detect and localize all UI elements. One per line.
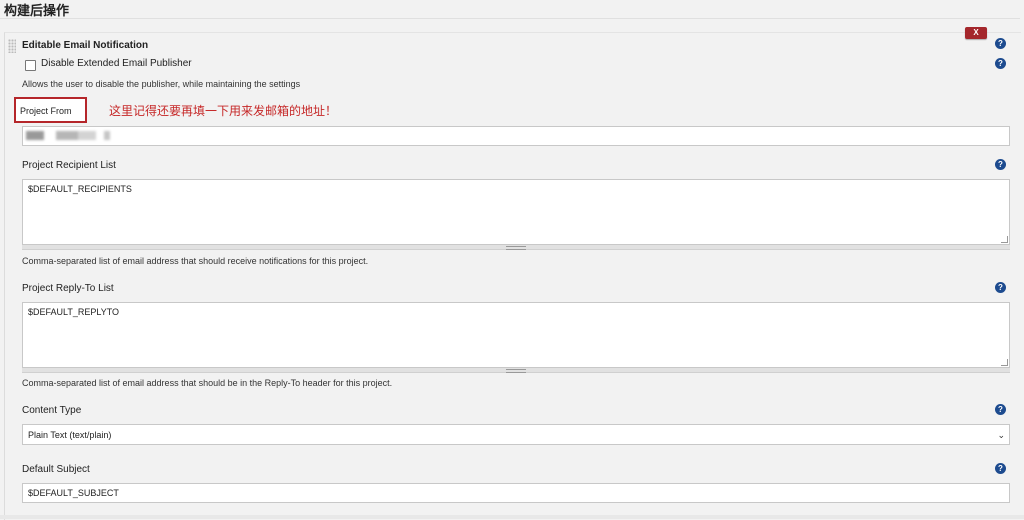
textarea-resize-bar[interactable] <box>22 368 1010 373</box>
help-icon[interactable]: ? <box>995 159 1006 170</box>
default-subject-label: Default Subject <box>22 464 90 475</box>
content-type-label: Content Type <box>22 405 82 416</box>
disable-publisher-description: Allows the user to disable the publisher… <box>22 79 301 89</box>
reply-to-list-description: Comma-separated list of email address th… <box>22 378 393 388</box>
drag-handle-icon[interactable] <box>8 39 16 53</box>
default-subject-input[interactable]: $DEFAULT_SUBJECT <box>22 483 1010 503</box>
plugin-title: Editable Email Notification <box>22 40 149 51</box>
help-icon[interactable]: ? <box>995 282 1006 293</box>
resize-grip-icon[interactable] <box>1001 236 1008 243</box>
project-from-highlight: Project From <box>14 97 87 123</box>
section-divider <box>0 18 1020 19</box>
reply-to-list-label: Project Reply-To List <box>22 283 114 294</box>
reply-to-list-value: $DEFAULT_REPLYTO <box>28 307 120 317</box>
content-type-select[interactable]: Plain Text (text/plain) ⌄ <box>22 424 1010 445</box>
help-icon[interactable]: ? <box>995 38 1006 49</box>
bottom-divider <box>0 515 1024 519</box>
redacted-email-value <box>26 131 122 140</box>
default-subject-value: $DEFAULT_SUBJECT <box>28 488 119 498</box>
content-type-selected: Plain Text (text/plain) <box>28 430 112 440</box>
disable-publisher-label: Disable Extended Email Publisher <box>41 58 192 69</box>
annotation-note: 这里记得还要再填一下用来发邮箱的地址！ <box>109 104 338 118</box>
chevron-down-icon: ⌄ <box>997 430 1005 440</box>
textarea-resize-bar[interactable] <box>22 245 1010 250</box>
help-icon[interactable]: ? <box>995 58 1006 69</box>
recipient-list-value: $DEFAULT_RECIPIENTS <box>28 184 132 194</box>
help-icon[interactable]: ? <box>995 404 1006 415</box>
delete-step-button[interactable]: X <box>965 27 987 39</box>
project-from-label: Project From <box>20 106 72 116</box>
disable-publisher-checkbox[interactable] <box>25 60 36 71</box>
help-icon[interactable]: ? <box>995 463 1006 474</box>
project-from-input[interactable] <box>22 126 1010 146</box>
reply-to-list-textarea[interactable]: $DEFAULT_REPLYTO <box>22 302 1010 368</box>
section-title: 构建后操作 <box>4 4 70 19</box>
recipient-list-textarea[interactable]: $DEFAULT_RECIPIENTS <box>22 179 1010 245</box>
resize-grip-icon[interactable] <box>1001 359 1008 366</box>
recipient-list-description: Comma-separated list of email address th… <box>22 256 369 266</box>
recipient-list-label: Project Recipient List <box>22 160 116 171</box>
